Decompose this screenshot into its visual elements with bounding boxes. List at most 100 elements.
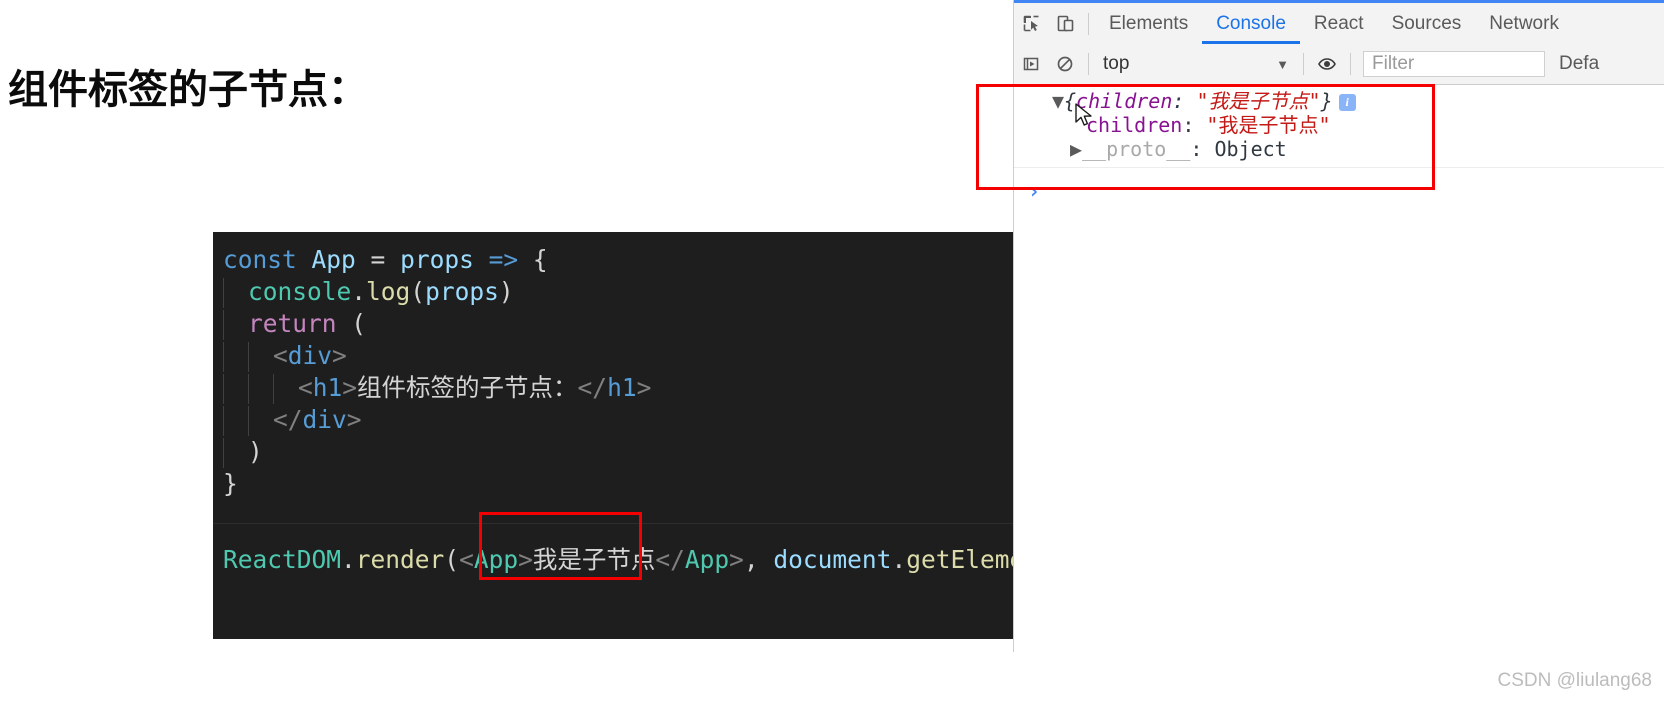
expand-triangle-open-icon[interactable]: ▼ (1052, 89, 1064, 113)
code-token: ( (444, 545, 460, 574)
filterbar-divider-3 (1350, 53, 1351, 75)
code-token: ) (248, 437, 263, 466)
console-output-area[interactable]: ▼{children: "我是子节点"} i children: "我是子节点" … (1014, 85, 1664, 652)
execute-snippet-icon[interactable] (1014, 44, 1048, 85)
console-levels-dropdown[interactable]: Defa (1559, 53, 1599, 75)
object-summary-value: "我是子节点" (1196, 89, 1321, 113)
code-token: . (351, 277, 367, 306)
code-token: div (302, 405, 347, 434)
code-line: console.log(props) (223, 276, 1013, 308)
page-title: 组件标签的子节点： (8, 66, 368, 113)
expand-triangle-closed-icon[interactable]: ▶ (1070, 137, 1082, 161)
code-screenshot: const App = props => {console.log(props)… (213, 232, 1013, 639)
code-token: < (273, 341, 288, 370)
code-line: } (223, 468, 1013, 500)
console-context-select[interactable]: top ▼ (1095, 51, 1297, 77)
code-token: </ (655, 545, 685, 574)
clear-console-icon[interactable] (1048, 44, 1082, 85)
code-line: <div> (223, 340, 1013, 372)
indent-guide (223, 374, 248, 404)
code-token: > (346, 405, 362, 434)
code-line: </div> (223, 404, 1013, 436)
console-filter-bar: top ▼ Filter Defa (1014, 44, 1664, 85)
tab-console[interactable]: Console (1202, 3, 1300, 44)
code-token: render (355, 545, 445, 574)
indent-guide (223, 342, 248, 372)
console-prompt-row[interactable]: › (1014, 177, 1664, 207)
object-close-brace: } (1320, 89, 1333, 113)
code-token: log (366, 277, 411, 306)
indent-guide (273, 374, 298, 404)
console-message-object[interactable]: ▼{children: "我是子节点"} i children: "我是子节点" … (1014, 85, 1664, 168)
code-token: getElementById (906, 545, 1013, 574)
code-token: App (473, 545, 519, 574)
child-value: "我是子节点" (1206, 113, 1331, 137)
filterbar-divider-2 (1303, 53, 1304, 75)
tab-network-label: Network (1489, 12, 1559, 34)
mouse-cursor-icon (1075, 103, 1092, 126)
devtools-tabbar: Elements Console React Sources Network (1014, 3, 1664, 45)
indent-guide (248, 406, 273, 436)
console-settings-eye-icon[interactable] (1310, 44, 1344, 85)
device-toolbar-icon[interactable] (1048, 3, 1082, 44)
console-object-child-children: children: "我是子节点" (1014, 113, 1664, 137)
code-token: div (287, 341, 333, 370)
indent-guide (248, 342, 273, 372)
code-divider (213, 523, 1013, 524)
code-token: ) (498, 277, 514, 306)
tab-react[interactable]: React (1300, 3, 1378, 44)
code-token: => (488, 245, 519, 274)
proto-value: Object (1214, 137, 1287, 161)
child-key: children (1086, 113, 1183, 137)
tab-sources[interactable]: Sources (1378, 3, 1476, 44)
code-token: > (729, 545, 744, 574)
code-token: App (311, 245, 356, 274)
proto-key: __proto__ (1082, 137, 1191, 161)
object-summary-colon: : (1172, 89, 1197, 113)
console-prompt-caret-icon: › (1028, 179, 1041, 203)
tab-network[interactable]: Network (1475, 3, 1573, 44)
info-badge-icon[interactable]: i (1338, 94, 1356, 111)
code-token: h1 (312, 373, 343, 402)
tab-console-label: Console (1216, 12, 1286, 34)
code-token: props (400, 245, 474, 274)
tab-elements[interactable]: Elements (1095, 3, 1202, 44)
code-line: ) (223, 436, 1013, 468)
code-token: </ (273, 405, 303, 434)
code-line: return ( (223, 308, 1013, 340)
inspect-element-icon[interactable] (1014, 3, 1048, 44)
chevron-down-icon: ▼ (1276, 56, 1289, 72)
browser-page-area: 组件标签的子节点： const App = props => {console.… (0, 0, 1013, 706)
code-token: h1 (607, 373, 637, 402)
indent-guide (248, 374, 273, 404)
indent-guide (223, 278, 248, 308)
code-token: 我是子节点 (532, 545, 656, 574)
code-token: , (743, 545, 774, 574)
code-token: </ (577, 373, 608, 402)
code-token: { (518, 245, 548, 274)
code-token: . (891, 545, 907, 574)
code-token: return (248, 309, 337, 338)
code-token: document (773, 545, 892, 574)
code-token: > (518, 545, 533, 574)
code-line: <h1>组件标签的子节点：</h1> (223, 372, 1013, 404)
code-render-line: ReactDOM.render(<App>我是子节点</App>, docume… (223, 544, 1013, 576)
console-object-summary[interactable]: ▼{children: "我是子节点"} i (1014, 89, 1664, 113)
devtools-panel: Elements Console React Sources Network t… (1013, 0, 1664, 652)
code-token: > (332, 341, 347, 370)
indent-guide (223, 310, 248, 340)
code-token: . (341, 545, 356, 574)
code-token: App (684, 545, 730, 574)
indent-guide (223, 438, 248, 468)
code-token: } (223, 469, 238, 498)
console-filter-input[interactable]: Filter (1363, 51, 1545, 77)
console-object-proto-row[interactable]: ▶__proto__: Object (1014, 137, 1664, 161)
indent-guide (223, 406, 248, 436)
code-token: = (355, 245, 401, 274)
code-token: < (459, 545, 474, 574)
code-token: ReactDOM (223, 545, 342, 574)
code-token: > (636, 373, 652, 402)
code-token: ( (336, 309, 367, 338)
